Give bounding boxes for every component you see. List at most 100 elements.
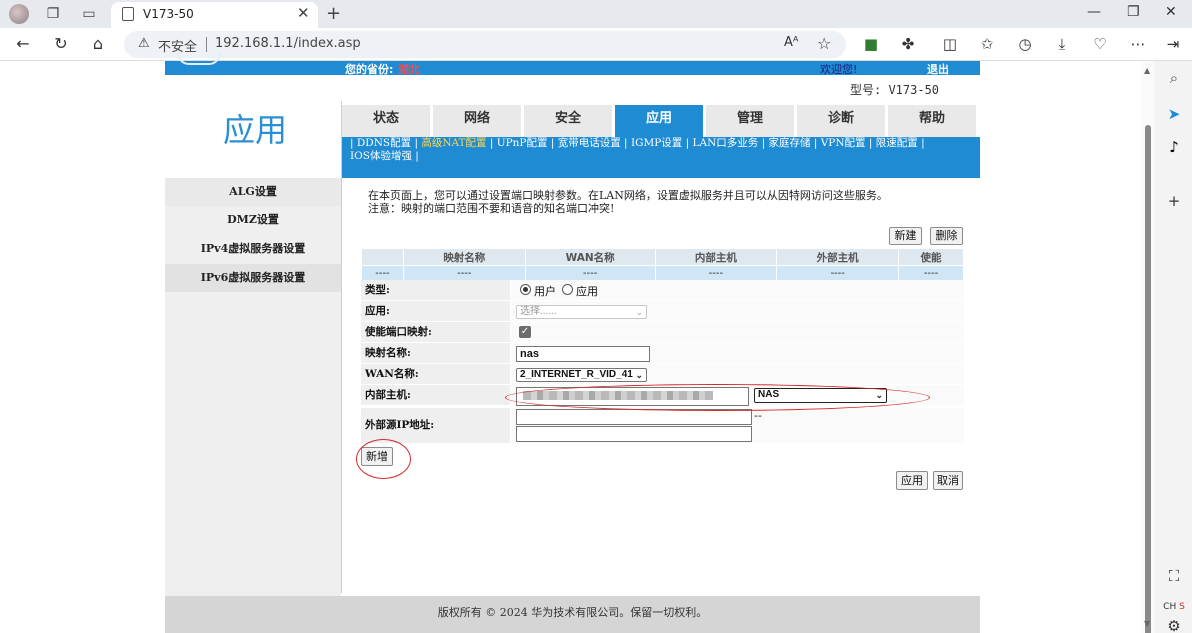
name-input[interactable]: nas (516, 346, 650, 362)
url-field[interactable]: ⚠ 不安全 192.168.1.1/index.asp Aᴬ ☆ (124, 31, 846, 58)
add-sidebar-app-icon[interactable]: + (1164, 191, 1184, 211)
refresh-icon[interactable]: ↻ (51, 34, 71, 54)
browser-essentials-icon[interactable]: ♡ (1090, 34, 1110, 54)
screenshot-icon[interactable]: ⛶ (1164, 566, 1184, 586)
more-menu-icon[interactable]: ⋯ (1128, 34, 1148, 54)
url-separator (206, 37, 207, 52)
province-value: 湖北 (398, 63, 420, 76)
table-header-enable: 使能 (898, 248, 964, 266)
tab-diagnostics[interactable]: 诊断 (797, 105, 885, 137)
app-select[interactable]: 选择...... ⌄ (516, 305, 647, 319)
new-button[interactable]: 新建 (889, 227, 922, 245)
warning-icon[interactable]: ⚠ (138, 36, 150, 51)
edge-sidebar: ⌕ ➤ ♪ + ⛶ CH S ⚙ (1156, 61, 1192, 633)
page-viewport: 您的省份: 湖北 欢迎您! 退出 型号: V173-50 应用 ALG设置 DM… (0, 53, 1141, 633)
sub-nav-item[interactable]: 家庭存储 (768, 137, 810, 149)
logout-link[interactable]: 退出 (927, 61, 949, 77)
split-screen-icon[interactable]: ◫ (940, 34, 960, 54)
favorites-icon[interactable]: ✩ (977, 34, 997, 54)
left-nav-ipv4-virtual-server[interactable]: IPv4虚拟服务器设置 (165, 235, 341, 263)
scroll-down-icon[interactable]: ▼ (1144, 619, 1150, 628)
profile-avatar[interactable] (9, 4, 29, 24)
type-app-radio[interactable] (562, 284, 573, 295)
tab-security[interactable]: 安全 (524, 105, 612, 137)
url-text[interactable]: 192.168.1.1/index.asp (215, 36, 361, 51)
scroll-up-icon[interactable]: ▲ (1144, 66, 1150, 75)
search-icon[interactable]: ⌕ (1164, 68, 1184, 88)
tab-title: V173-50 (143, 7, 194, 21)
restore-icon[interactable]: ❐ (1127, 4, 1140, 20)
type-user-label[interactable]: 用户 (534, 283, 556, 299)
type-app-label[interactable]: 应用 (576, 283, 598, 299)
sub-nav-item[interactable]: IGMP设置 (631, 137, 682, 149)
history-icon[interactable]: ◷ (1015, 34, 1035, 54)
table-header-external-host: 外部主机 (776, 248, 900, 266)
sub-nav-item[interactable]: 限速配置 (876, 137, 918, 149)
browser-tab[interactable]: V173-50 ✕ (111, 2, 318, 28)
name-row: 映射名称: nas (361, 343, 964, 364)
left-nav-ipv6-virtual-server[interactable]: IPv6虚拟服务器设置 (165, 264, 341, 292)
enable-value: ✓ (511, 322, 964, 342)
settings-gear-icon[interactable]: ⚙ (1164, 616, 1184, 633)
sub-nav-item[interactable]: LAN口多业务 (693, 137, 759, 149)
ext-ip-start-input[interactable] (516, 409, 752, 425)
host-label: 内部主机: (361, 385, 510, 405)
sub-nav-item[interactable]: 宽带电话设置 (558, 137, 621, 149)
page-scrollbar[interactable]: ▲ ▼ (1141, 61, 1155, 633)
table-row[interactable]: ---- ---- ---- ---- ---- ---- (361, 265, 964, 281)
sub-nav-item[interactable]: 高级NAT配置 (421, 137, 486, 149)
favorite-star-icon[interactable]: ☆ (817, 34, 831, 53)
type-value: 用户 应用 (511, 280, 964, 300)
extension-download-icon[interactable]: ■ (861, 34, 881, 54)
back-icon[interactable]: ← (13, 34, 33, 54)
new-tab-icon[interactable]: + (326, 3, 341, 24)
wan-select[interactable]: 2_INTERNET_R_VID_41 ⌄ (516, 368, 647, 382)
collections-icon[interactable]: ❐ (44, 5, 62, 23)
sub-nav-item[interactable]: IOS体验增强 (350, 150, 412, 162)
table-header-row: 映射名称 WAN名称 内部主机 外部主机 使能 (361, 248, 964, 266)
read-aloud-icon[interactable]: Aᴬ (784, 35, 799, 50)
enable-checkbox[interactable]: ✓ (519, 326, 531, 338)
table-header-name: 映射名称 (402, 248, 526, 266)
sub-nav-item[interactable]: VPN配置 (821, 137, 866, 149)
left-nav-dmz[interactable]: DMZ设置 (165, 206, 341, 234)
model-label: 型号: V173-50 (850, 83, 940, 97)
welcome-text: 欢迎您! (820, 63, 858, 76)
scrollbar-thumb[interactable] (1145, 125, 1151, 633)
table-cell: ---- (654, 265, 778, 281)
annotation-ellipse-add (356, 439, 411, 479)
close-window-icon[interactable]: ✕ (1165, 4, 1177, 20)
downloads-icon[interactable]: ⤓ (1052, 34, 1072, 54)
sidebar-toggle-icon[interactable]: ⇥ (1163, 34, 1183, 54)
annotation-ellipse-host (505, 384, 930, 411)
input-method-icon[interactable]: CH S (1156, 597, 1192, 617)
telegram-icon[interactable]: ➤ (1164, 104, 1184, 124)
tiktok-icon[interactable]: ♪ (1164, 137, 1184, 157)
left-nav-alg[interactable]: ALG设置 (165, 178, 341, 206)
browser-tab-bar: ❐ ▭ V173-50 ✕ + — ❐ ✕ (0, 0, 1192, 28)
tab-actions-icon[interactable]: ▭ (80, 5, 98, 23)
minimize-icon[interactable]: — (1087, 4, 1101, 20)
extensions-icon[interactable]: ✤ (898, 34, 918, 54)
app-select-placeholder: 选择...... (520, 306, 557, 317)
tab-application[interactable]: 应用 (615, 105, 703, 137)
top-strip: 您的省份: 湖北 欢迎您! 退出 (165, 61, 980, 77)
tab-help[interactable]: 帮助 (888, 105, 976, 137)
ext-ip-end-input[interactable] (516, 426, 752, 442)
logo (177, 53, 221, 65)
cancel-button[interactable]: 取消 (933, 471, 963, 490)
page-icon (122, 7, 134, 21)
page-description: 在本页面上，您可以通过设置端口映射参数。在LAN网络，设置虚拟服务并且可以从因特… (368, 189, 888, 215)
close-tab-icon[interactable]: ✕ (297, 4, 310, 22)
home-icon[interactable]: ⌂ (88, 34, 108, 54)
type-user-radio[interactable] (520, 284, 531, 295)
delete-button[interactable]: 删除 (930, 227, 963, 245)
tab-status[interactable]: 状态 (342, 105, 430, 137)
tab-management[interactable]: 管理 (706, 105, 794, 137)
sub-nav-item[interactable]: DDNS配置 (357, 137, 411, 149)
tab-network[interactable]: 网络 (433, 105, 521, 137)
sub-nav-bar: | DDNS配置 | 高级NAT配置 | UPnP配置 | 宽带电话设置 | I… (342, 137, 980, 178)
sub-nav-item[interactable]: UPnP配置 (497, 137, 548, 149)
wan-value: 2_INTERNET_R_VID_41 ⌄ (511, 364, 964, 384)
apply-button[interactable]: 应用 (896, 471, 928, 490)
